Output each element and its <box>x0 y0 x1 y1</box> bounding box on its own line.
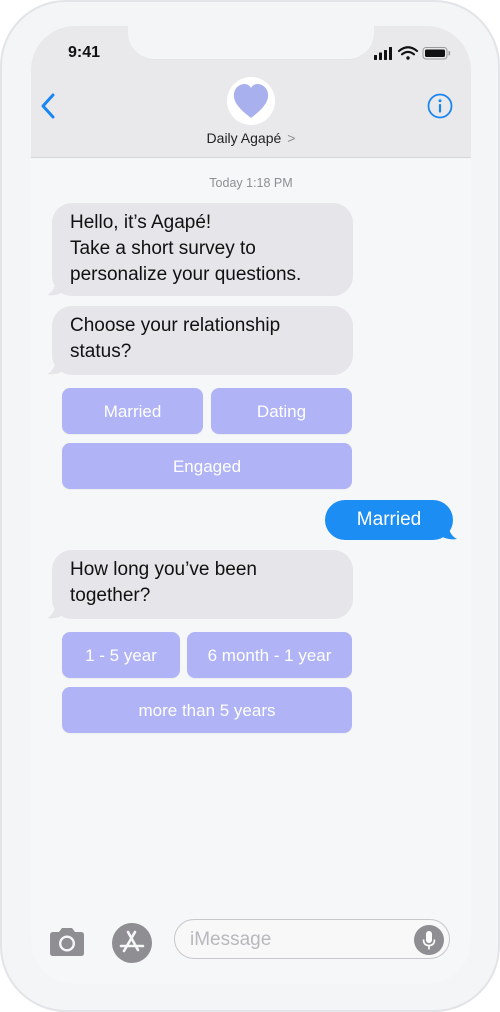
back-chevron-icon[interactable] <box>38 92 60 120</box>
chevron-right-icon: > <box>287 130 296 146</box>
message-line: Hello, it’s Agapé! <box>70 212 212 233</box>
microphone-button[interactable] <box>414 925 444 955</box>
conversation-header: 9:41 Daily Agapé > <box>31 26 471 158</box>
app-store-icon[interactable] <box>111 922 153 964</box>
message-line: personalize your questions. <box>70 264 302 285</box>
incoming-message: Hello, it’s Agapé! Take a short survey t… <box>52 203 353 296</box>
composer-toolbar: iMessage <box>31 916 471 976</box>
outgoing-message: Married <box>325 500 453 540</box>
message-line: Choose your relationship <box>70 315 281 336</box>
incoming-message: Choose your relationship status? <box>52 306 353 375</box>
option-more-than-5-years-button[interactable]: more than 5 years <box>62 687 352 733</box>
phone-frame: 9:41 Daily Agapé > Today 1:18 PM Hello, … <box>0 0 500 1012</box>
message-input[interactable]: iMessage <box>174 919 450 959</box>
avatar[interactable] <box>227 77 275 125</box>
notch <box>128 26 374 60</box>
incoming-message: How long you’ve been together? <box>52 550 353 619</box>
contact-name: Daily Agapé <box>206 130 282 146</box>
message-line: How long you’ve been <box>70 559 257 580</box>
camera-icon[interactable] <box>48 927 86 957</box>
microphone-icon <box>422 931 436 950</box>
battery-icon <box>422 47 451 60</box>
message-input-placeholder: iMessage <box>190 929 272 950</box>
option-1-5-year-button[interactable]: 1 - 5 year <box>62 632 180 678</box>
option-married-button[interactable]: Married <box>62 388 203 434</box>
heart-icon <box>233 84 269 118</box>
message-timestamp: Today 1:18 PM <box>209 176 293 190</box>
message-line: together? <box>70 585 151 606</box>
contact-name-row[interactable]: Daily Agapé > <box>31 130 471 146</box>
message-line: status? <box>70 341 132 362</box>
screen: 9:41 Daily Agapé > Today 1:18 PM Hello, … <box>31 26 471 984</box>
status-icons <box>374 46 451 60</box>
option-6-month-1-year-button[interactable]: 6 month - 1 year <box>187 632 352 678</box>
wifi-icon <box>397 46 419 60</box>
signal-icon <box>374 47 392 60</box>
info-icon[interactable] <box>427 93 453 119</box>
status-time: 9:41 <box>68 44 101 61</box>
option-engaged-button[interactable]: Engaged <box>62 443 352 489</box>
option-dating-button[interactable]: Dating <box>211 388 352 434</box>
message-line: Take a short survey to <box>70 238 256 259</box>
